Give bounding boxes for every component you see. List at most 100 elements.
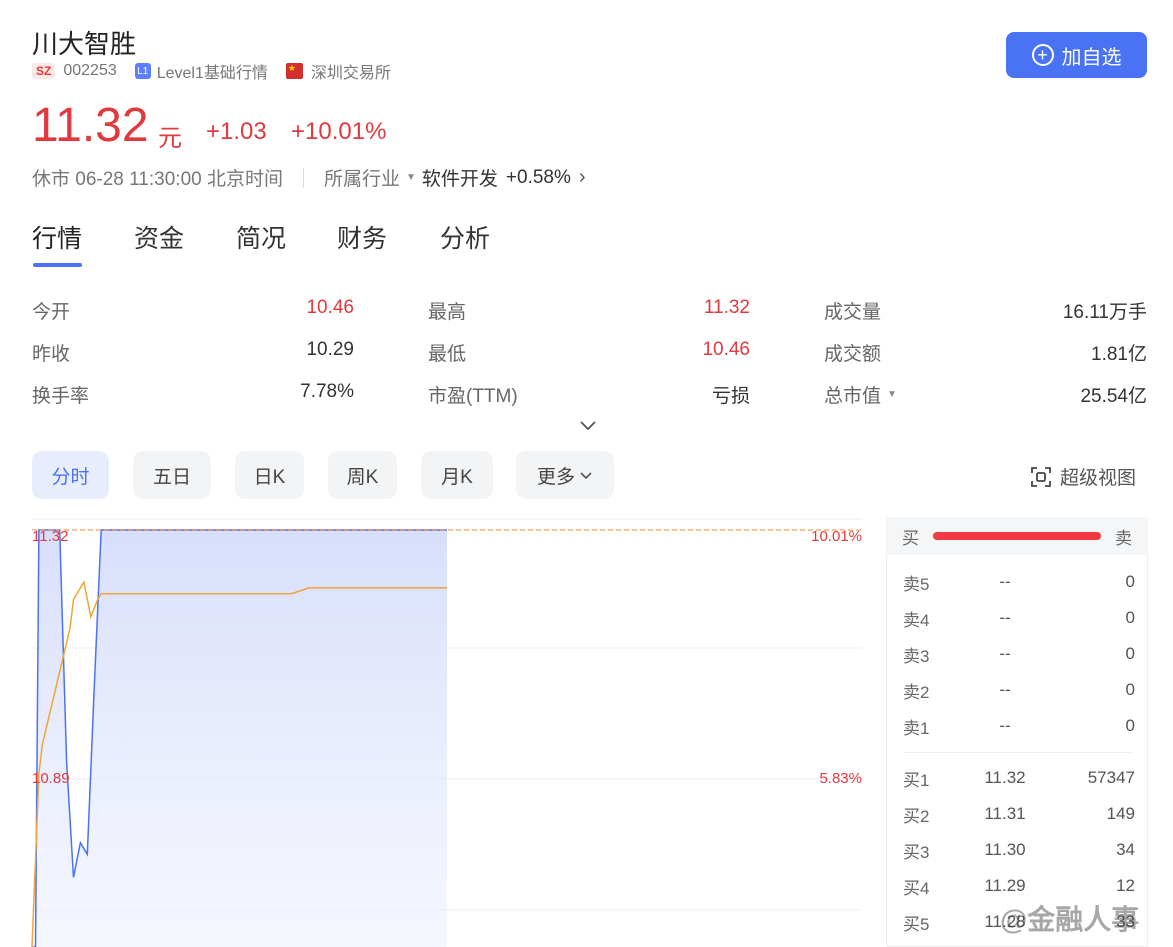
bid-volume: 12 (1116, 876, 1135, 895)
range-daily-k[interactable]: 日K (235, 451, 304, 499)
tab-quote[interactable]: 行情 (32, 219, 82, 255)
market-status: 休市 06-28 11:30:00 北京时间 (32, 169, 283, 190)
tab-funds[interactable]: 资金 (134, 219, 184, 255)
stat-turnover-label: 换手率 (32, 386, 90, 407)
buy-label: 买 (902, 528, 919, 548)
tab-active-indicator (33, 263, 82, 267)
bid-volume: 149 (1106, 804, 1135, 823)
scan-icon (1031, 466, 1051, 487)
y-label-mid-right: 5.83% (819, 770, 862, 787)
price-area (32, 530, 447, 947)
caret-down-icon: ▼ (887, 389, 897, 400)
stat-open: 10.46 (306, 297, 354, 318)
range-intraday[interactable]: 分时 (32, 451, 109, 499)
status-line: 休市 06-28 11:30:00 北京时间 所属行业 ▼ 软件开发 +0.58… (32, 164, 586, 191)
price-change: +1.03 (206, 118, 267, 145)
buy-sell-ratio-bar (933, 532, 1101, 540)
level-icon: L1 (134, 63, 151, 79)
stat-low-label: 最低 (428, 344, 467, 365)
bid-level: 买3 (903, 842, 930, 862)
industry-label: 所属行业 (323, 169, 400, 190)
bid-row: 买2 11.31 149 (903, 802, 1135, 826)
y-label-top-right: 10.01% (811, 528, 862, 545)
sell-label: 卖 (1115, 528, 1132, 548)
tab-analysis[interactable]: 分析 (440, 219, 490, 255)
ask-level: 卖1 (903, 718, 930, 738)
stat-mktcap-label: 总市值 (824, 386, 882, 407)
exchange-name: 深圳交易所 (310, 65, 391, 82)
range-more-label: 更多 (536, 466, 575, 488)
ask-price: -- (999, 608, 1011, 627)
super-view-label: 超级视图 (1060, 468, 1137, 489)
ask-volume: 0 (1125, 572, 1135, 591)
stock-meta: SZ 002253 L1 Level1基础行情 深圳交易所 (32, 60, 391, 82)
ask-row: 卖5 -- 0 (903, 570, 1135, 594)
market-badge: SZ (32, 63, 56, 79)
y-label-top-left: 11.32 (32, 528, 68, 545)
chevron-down-icon (580, 471, 592, 479)
industry-name: 软件开发 (421, 169, 498, 190)
ask-volume: 0 (1125, 644, 1135, 663)
ask-volume: 0 (1125, 716, 1135, 735)
stat-prev-close: 10.29 (306, 339, 354, 360)
order-book-header: 买 卖 (886, 517, 1148, 555)
stat-prev-close-label: 昨收 (32, 344, 71, 365)
order-book-divider (903, 752, 1133, 753)
stat-pe: 亏损 (711, 386, 750, 407)
bid-price: 11.31 (984, 804, 1026, 823)
stat-high: 11.32 (703, 297, 750, 318)
bid-row: 买1 11.32 57347 (903, 766, 1135, 790)
ask-row: 卖2 -- 0 (903, 678, 1135, 702)
stat-turnover: 7.78% (300, 381, 354, 402)
ask-level: 卖3 (903, 646, 930, 666)
tab-finance[interactable]: 财务 (337, 219, 387, 255)
ask-price: -- (999, 716, 1011, 735)
bid-level: 买1 (903, 770, 930, 790)
caret-down-icon: ▼ (406, 172, 416, 183)
expand-chevron-icon[interactable] (578, 416, 598, 437)
bid-row: 买3 11.30 34 (903, 838, 1135, 862)
add-watchlist-label: 加自选 (1061, 46, 1122, 69)
ask-level: 卖4 (903, 610, 930, 630)
ask-level: 卖2 (903, 682, 930, 702)
industry-link[interactable]: 所属行业 ▼ 软件开发 +0.58% › (324, 164, 586, 191)
stat-open-label: 今开 (32, 302, 71, 323)
ask-volume: 0 (1125, 680, 1135, 699)
ask-price: -- (999, 680, 1011, 699)
plus-circle-icon: + (1031, 44, 1054, 66)
ask-level: 卖5 (903, 574, 930, 594)
bid-volume: 34 (1116, 840, 1135, 859)
range-5day[interactable]: 五日 (133, 451, 211, 499)
add-watchlist-button[interactable]: + 加自选 (1006, 32, 1147, 78)
bid-level: 买5 (903, 914, 930, 934)
intraday-chart[interactable]: 11.32 10.01% 10.89 5.83% (0, 517, 870, 947)
range-weekly-k[interactable]: 周K (328, 451, 397, 499)
ask-price: -- (999, 572, 1011, 591)
stat-mktcap: 25.54亿 (1080, 386, 1147, 407)
tab-profile[interactable]: 简况 (236, 219, 286, 255)
y-label-mid-left: 10.89 (32, 770, 70, 787)
stock-name: 川大智胜 (32, 29, 137, 59)
bid-row: 买4 11.29 12 (903, 874, 1135, 898)
ask-row: 卖4 -- 0 (903, 606, 1135, 630)
stat-amount: 1.81亿 (1091, 344, 1147, 365)
stat-low: 10.46 (702, 339, 750, 360)
stat-high-label: 最高 (428, 302, 467, 323)
ask-row: 卖3 -- 0 (903, 642, 1135, 666)
range-more[interactable]: 更多 (516, 451, 614, 499)
bid-volume: 57347 (1087, 768, 1135, 787)
stat-volume: 16.11万手 (1062, 302, 1147, 323)
watermark: @金融人事 (1000, 904, 1140, 935)
range-monthly-k[interactable]: 月K (421, 451, 493, 499)
bid-price: 11.32 (984, 768, 1026, 787)
ask-row: 卖1 -- 0 (903, 714, 1135, 738)
stat-mktcap-selector[interactable]: 总市值 ▼ (824, 381, 897, 408)
price-change-pct: +10.01% (291, 118, 387, 145)
super-view-button[interactable]: 超级视图 (1030, 463, 1136, 490)
bid-price: 11.30 (984, 840, 1026, 859)
stat-volume-label: 成交量 (824, 302, 882, 323)
industry-pct: +0.58% (505, 166, 571, 188)
stat-pe-label: 市盈(TTM) (428, 386, 518, 407)
stat-amount-label: 成交额 (824, 344, 882, 365)
level-text: Level1基础行情 (156, 65, 268, 82)
